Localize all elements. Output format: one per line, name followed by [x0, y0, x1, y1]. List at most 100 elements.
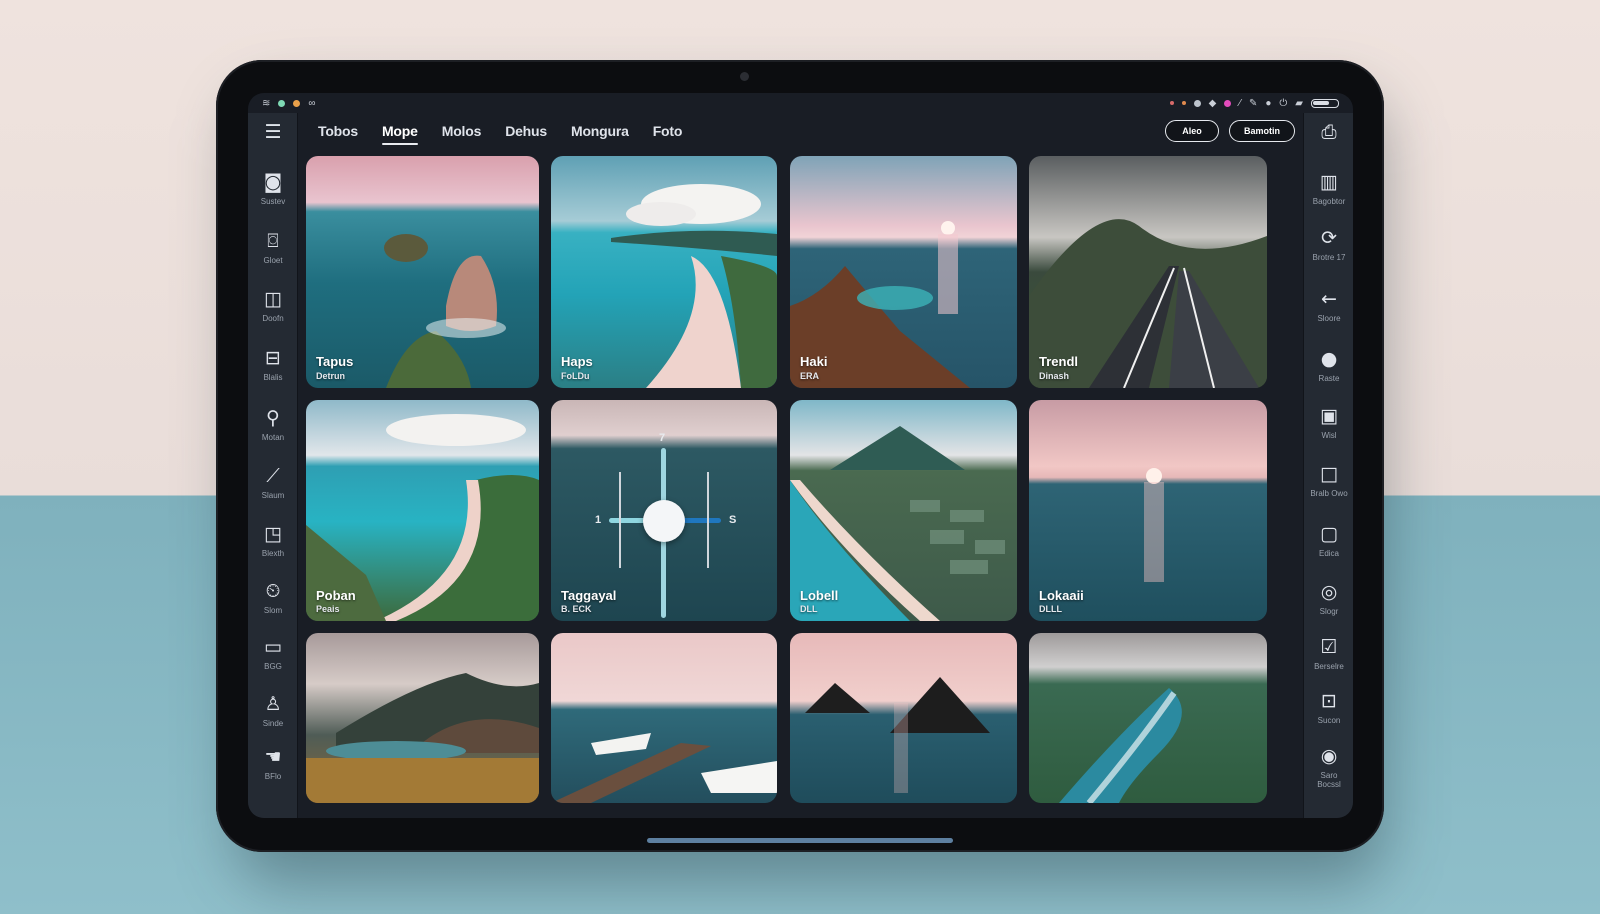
photo-title: Haps [561, 354, 593, 369]
tab-dehus[interactable]: Dehus [505, 119, 547, 143]
tab-tobos[interactable]: Tobos [318, 119, 358, 143]
export-button[interactable]: ⎙ [1304, 121, 1353, 145]
sidebar-item-label: BGG [264, 662, 282, 671]
sidebar-item-label: BFlo [264, 772, 282, 781]
menu-button[interactable]: ☰ [248, 121, 298, 145]
sidebar-item-label: Motan [261, 433, 285, 442]
sidebar-item-sustev[interactable]: ◙ Sustev [248, 171, 298, 206]
square-dot-icon: ⊡ [1321, 690, 1337, 712]
right-sidebar: ⎙ ▥ Bagobtor ⟳ Brotre 17 ← Sloore ● Rast… [1303, 113, 1353, 818]
right-item-label: Bagobtor [1312, 197, 1346, 206]
sidebar-item-label: Sustev [260, 197, 286, 206]
photo-twin-peaks [805, 677, 990, 793]
photo-card[interactable] [306, 633, 539, 803]
sidebar-item-doofn[interactable]: ◫ Doofn [248, 288, 298, 323]
right-item-brotre[interactable]: ⟳ Brotre 17 [1304, 227, 1353, 262]
photo-card[interactable] [551, 633, 777, 803]
sidebar-item-blalis[interactable]: ⊟ Blalis [248, 347, 298, 382]
tab-foto[interactable]: Foto [653, 119, 683, 143]
bamotin-button[interactable]: Bamotin [1229, 120, 1295, 142]
sidebar-item-gloet[interactable]: ⌼ Gloet [248, 230, 298, 265]
right-item-wisl[interactable]: ▣ Wisl [1304, 405, 1353, 440]
sidebar-item-label: Gloet [263, 256, 283, 265]
right-item-berselre[interactable]: ☑ Berselre [1304, 636, 1353, 671]
right-item-raste[interactable]: ● Raste [1304, 348, 1353, 383]
right-item-label: Sucon [1317, 716, 1341, 725]
apple-icon: ● [1320, 348, 1338, 370]
right-slider-track[interactable] [707, 472, 709, 568]
back-arrow-icon: ← [1321, 288, 1337, 310]
photo-card[interactable]: Trendl Dinash [1029, 156, 1267, 388]
brush-icon: ⟋ [266, 465, 280, 487]
check-icon: ☑ [1320, 636, 1338, 658]
sidebar-item-sinde[interactable]: ♙ Sinde [248, 693, 298, 728]
sidebar-item-bgg[interactable]: ▭ BGG [248, 636, 298, 671]
right-item-label: Edica [1318, 549, 1339, 558]
sidebar-item-motan[interactable]: ⚲ Motan [248, 407, 298, 442]
photo-title: Poban [316, 588, 356, 603]
right-item-label: Sloore [1317, 314, 1341, 323]
power-icon: ⏻ [1279, 97, 1288, 109]
right-item-bralb[interactable]: □ Bralb Owo [1304, 463, 1353, 498]
tab-mope[interactable]: Mope [381, 119, 418, 145]
photo-card[interactable]: Haps FoLDu [551, 156, 777, 388]
photo-subtitle: Detrun [316, 371, 345, 381]
edit-icon: ✎ [1248, 97, 1258, 109]
top-navigation: Tobos Mope Molos Dehus Mongura Foto Aleo… [300, 113, 1301, 149]
home-indicator[interactable] [647, 838, 953, 843]
left-slider-track[interactable] [619, 472, 621, 568]
photo-coast [1059, 688, 1182, 803]
photo-card[interactable]: Haki ERA [790, 156, 1017, 388]
photo-card[interactable]: Lobell DLL [790, 400, 1017, 621]
sidebar-item-label: Sinde [262, 719, 284, 728]
slider-left-label: 1 [595, 514, 602, 526]
aleo-button[interactable]: Aleo [1165, 120, 1219, 142]
photo-ships [551, 733, 777, 803]
photo-subtitle: DLL [800, 604, 818, 614]
dot-icon [1169, 101, 1174, 105]
rotate-icon: ⟳ [1321, 227, 1337, 249]
slider-knob[interactable] [643, 500, 685, 542]
window-icon: ▣ [1320, 405, 1338, 427]
photo-card-slider[interactable]: 7 1 S Taggayal B. ECK [551, 400, 777, 621]
right-item-bagobtor[interactable]: ▥ Bagobtor [1304, 171, 1353, 206]
photo-title: Lobell [800, 588, 839, 603]
album-icon: ⊟ [265, 347, 281, 369]
display-icon: ▭ [264, 636, 282, 658]
right-item-sucon[interactable]: ⊡ Sucon [1304, 690, 1353, 725]
right-item-slogr[interactable]: ◎ Slogr [1304, 581, 1353, 616]
photo-card[interactable]: Poban Peais [306, 400, 539, 621]
slider-top-label: 7 [659, 432, 666, 444]
status-bar: ≋ ∞ ◆ ⁄ ✎ ● ⏻ ▰ [248, 93, 1353, 113]
slider-right-label: S [729, 514, 737, 526]
sidebar-item-bflo[interactable]: ☚ BFlo [248, 746, 298, 781]
photo-card[interactable] [1029, 633, 1267, 803]
right-item-edica[interactable]: ▢ Edica [1304, 523, 1353, 558]
menu-icon: ☰ [264, 121, 282, 143]
sidebar-item-slom[interactable]: ⏲ Slom [248, 580, 298, 615]
cloud-icon: ▰ [1295, 97, 1303, 109]
sidebar-item-slaum[interactable]: ⟋ Slaum [248, 465, 298, 500]
photo-card[interactable] [790, 633, 1017, 803]
stop-icon: ◉ [1320, 745, 1338, 767]
right-item-saro[interactable]: ◉ Saro Bocssl [1304, 745, 1353, 789]
right-item-sloore[interactable]: ← Sloore [1304, 288, 1353, 323]
dot-icon [1224, 99, 1232, 107]
sidebar-item-label: Slom [263, 606, 283, 615]
battery-icon [1311, 98, 1339, 108]
photo-subtitle: ERA [800, 371, 820, 381]
right-item-label: Bralb Owo [1310, 489, 1348, 498]
record-icon [1193, 99, 1201, 107]
dot-icon [1181, 101, 1186, 105]
right-item-label: Wisl [1321, 431, 1337, 440]
photo-card[interactable]: Tapus Detrun [306, 156, 539, 388]
photo-card[interactable]: Lokaaii DLLL [1029, 400, 1267, 621]
tab-mongura[interactable]: Mongura [571, 119, 629, 143]
tab-molos[interactable]: Molos [442, 119, 482, 143]
pen-icon: ⁄ [1239, 97, 1241, 109]
sidebar-item-blexth[interactable]: ◳ Blexth [248, 523, 298, 558]
front-camera [740, 72, 749, 81]
sidebar-item-label: Blalis [263, 373, 283, 382]
photo-subtitle: FoLDu [561, 371, 590, 381]
right-item-label: Saro Bocssl [1317, 771, 1341, 789]
